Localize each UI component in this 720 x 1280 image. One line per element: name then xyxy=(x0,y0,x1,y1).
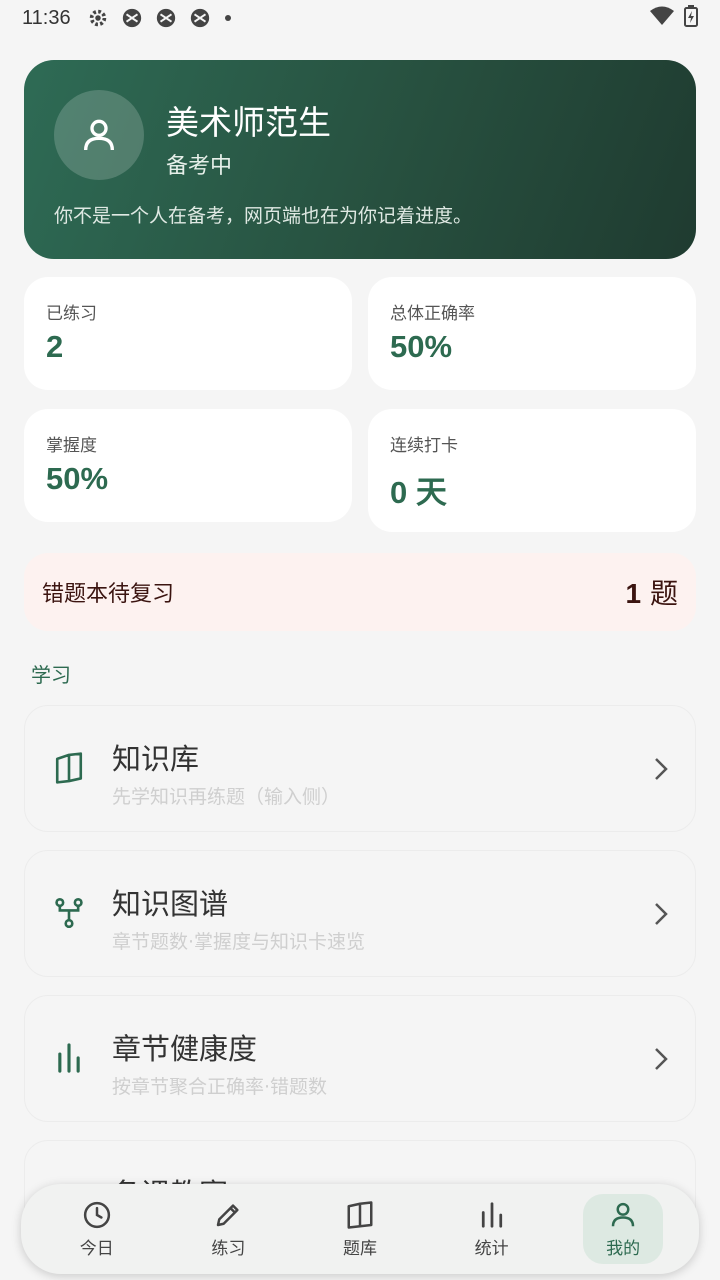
pencil-icon xyxy=(217,1203,240,1226)
nav-label: 题库 xyxy=(342,1238,377,1259)
stat-label: 总体正确率 xyxy=(390,304,475,324)
avatar[interactable] xyxy=(54,90,144,180)
menu-subtitle: 按章节聚合正确率·错题数 xyxy=(112,1076,328,1098)
stat-value: 0 天 xyxy=(390,475,447,510)
menu-subtitle: 先学知识再练题（输入侧） xyxy=(112,786,341,808)
wrong-count-unit: 题 xyxy=(649,577,678,610)
clock-icon xyxy=(83,1201,110,1228)
more-notifications-dot-icon xyxy=(223,13,233,23)
nav-label: 练习 xyxy=(211,1238,246,1259)
wrong-book-count: 1 题 xyxy=(626,572,679,612)
book-icon xyxy=(347,1200,373,1229)
stat-card-practiced[interactable]: 已练习 2 xyxy=(24,277,352,390)
stat-card-mastery[interactable]: 掌握度 50% xyxy=(24,409,352,522)
nav-tab-practice[interactable]: 练习 xyxy=(188,1194,268,1264)
profile-name: 美术师范生 xyxy=(166,103,331,142)
app-notification-icon xyxy=(189,7,211,29)
graph-icon xyxy=(51,895,87,931)
nav-label: 今日 xyxy=(79,1238,114,1259)
menu-title: 知识库 xyxy=(112,742,200,776)
nav-tab-statistics[interactable]: 统计 xyxy=(452,1194,532,1264)
menu-subtitle: 章节题数·掌握度与知识卡速览 xyxy=(112,931,366,953)
person-icon xyxy=(84,119,114,151)
stat-card-streak[interactable]: 连续打卡 0 天 xyxy=(368,409,696,532)
profile-card[interactable]: 美术师范生 备考中 你不是一个人在备考，网页端也在为你记着进度。 xyxy=(24,60,696,259)
nav-label: 我的 xyxy=(606,1238,641,1259)
stat-card-accuracy[interactable]: 总体正确率 50% xyxy=(368,277,696,390)
stat-label: 掌握度 xyxy=(46,436,97,456)
nav-tab-today[interactable]: 今日 xyxy=(57,1194,137,1264)
stat-value: 50% xyxy=(46,461,109,496)
app-notification-icon xyxy=(121,7,143,29)
wrong-book-label: 错题本待复习 xyxy=(42,582,175,607)
menu-title: 章节健康度 xyxy=(112,1032,258,1066)
battery-icon xyxy=(684,4,698,32)
stat-label: 已练习 xyxy=(46,304,97,324)
stat-label: 连续打卡 xyxy=(390,436,458,456)
menu-item-knowledge-graph[interactable]: 知识图谱 章节题数·掌握度与知识卡速览 xyxy=(24,850,696,977)
bottom-nav: 今日 练习 题库 统计 我的 xyxy=(21,1184,699,1274)
person-icon xyxy=(611,1202,635,1226)
nav-tab-question-bank[interactable]: 题库 xyxy=(320,1194,400,1264)
menu-item-chapter-health[interactable]: 章节健康度 按章节聚合正确率·错题数 xyxy=(24,995,696,1122)
wrong-count-number: 1 xyxy=(625,578,642,609)
book-icon xyxy=(51,750,87,786)
menu-item-knowledge-base[interactable]: 知识库 先学知识再练题（输入侧） xyxy=(24,705,696,832)
chevron-right-icon xyxy=(653,756,669,786)
wrong-book-card[interactable]: 错题本待复习 1 题 xyxy=(24,553,696,631)
bar-chart-icon xyxy=(51,1040,87,1076)
status-time: 11:36 xyxy=(22,6,71,29)
menu-title: 知识图谱 xyxy=(112,887,229,921)
chevron-right-icon xyxy=(653,1046,669,1076)
profile-motto: 你不是一个人在备考，网页端也在为你记着进度。 xyxy=(54,205,473,227)
settings-icon xyxy=(87,7,109,29)
section-title-study: 学习 xyxy=(31,663,71,687)
bar-chart-icon xyxy=(481,1201,502,1228)
nav-tab-me[interactable]: 我的 xyxy=(583,1194,664,1264)
chevron-right-icon xyxy=(653,901,669,931)
status-bar: 11:36 xyxy=(0,0,720,36)
stat-value: 2 xyxy=(46,329,64,364)
nav-label: 统计 xyxy=(474,1238,509,1259)
stat-value: 50% xyxy=(390,329,453,364)
profile-status: 备考中 xyxy=(166,154,233,179)
app-notification-icon xyxy=(155,7,177,29)
wifi-icon xyxy=(650,6,674,31)
